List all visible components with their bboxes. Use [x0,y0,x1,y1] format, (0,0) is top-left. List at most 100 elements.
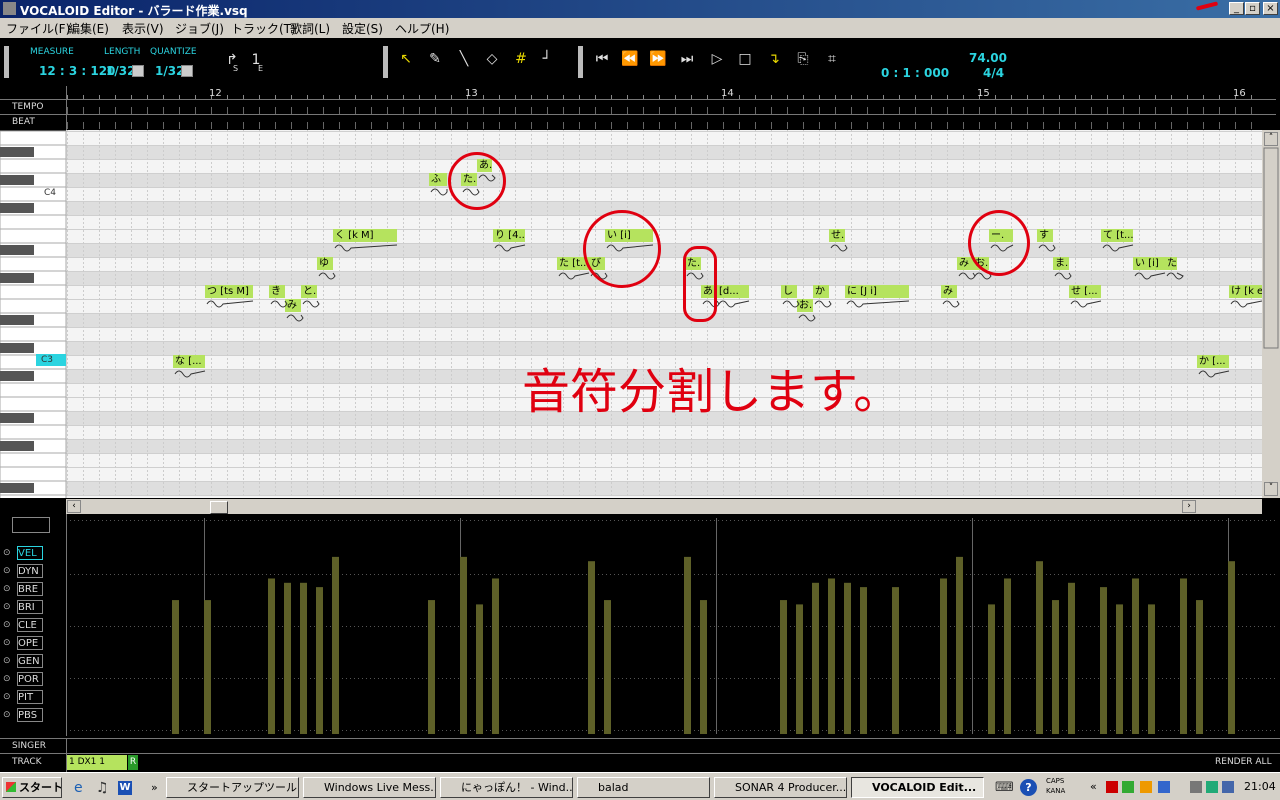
tray-icon-4[interactable] [1158,781,1170,793]
arrow-tool-icon[interactable]: ↖ [396,51,416,67]
window-title: VOCALOID Editor - バラード作業.vsq [20,4,248,18]
pencil-tool-icon[interactable]: ✎ [425,51,445,67]
tray-icon-2[interactable] [1122,781,1134,793]
minimize-button[interactable]: _ [1229,2,1244,15]
horizontal-scrollbar[interactable] [66,499,1262,514]
control-por[interactable]: POR [17,672,43,686]
menu-lyrics[interactable]: 歌詞(L) [290,20,330,37]
annotation-text: 音符分割します。 [522,364,902,420]
toolbar-grip[interactable] [4,46,9,78]
bri-eye-icon[interactable]: ⊙ [3,602,13,612]
por-eye-icon[interactable]: ⊙ [3,674,13,684]
curve-tool-icon[interactable]: ┘ [537,51,557,67]
midi-icon[interactable]: ⌗ [822,51,842,67]
ope-eye-icon[interactable]: ⊙ [3,638,13,648]
control-bre[interactable]: BRE [17,582,43,596]
note-vibrato [430,188,448,196]
caps-indicator: CAPS [1046,777,1065,785]
measure-label: MEASURE [30,47,74,57]
task-nyappon[interactable]: にゃっぽん！ - Wind... [440,777,573,798]
zoom-slider[interactable] [1200,503,1260,511]
control-value-box [12,517,50,533]
stop-icon[interactable]: □ [735,51,755,67]
control-pbs[interactable]: PBS [17,708,43,722]
control-dyn[interactable]: DYN [17,564,43,578]
start-marker-icon[interactable]: ↱ [222,52,242,68]
quantize-dropdown-icon[interactable] [181,65,193,77]
eraser-tool-icon[interactable]: ◇ [482,51,502,67]
note-vibrato [1038,244,1056,252]
tray-icon-1[interactable] [1106,781,1118,793]
menu-view[interactable]: 表示(V) [122,20,164,37]
menu-edit[interactable]: 編集(E) [68,20,109,37]
play-icon[interactable]: ▷ [707,51,727,67]
tray-icon-3[interactable] [1140,781,1152,793]
task-vocaloid-active[interactable]: VOCALOID Edit... [851,777,984,798]
task-startup-tool[interactable]: スタートアップツール [166,777,299,798]
go-end-icon[interactable]: ⏭ [677,51,697,67]
bre-eye-icon[interactable]: ⊙ [3,584,13,594]
tray-icon-5[interactable] [1190,781,1202,793]
taskbar-expand-icon[interactable]: » [151,781,158,794]
rewind-icon[interactable]: ⏪ [620,51,640,67]
word-icon[interactable]: W [118,781,132,795]
track-render-flag[interactable]: R [128,755,138,770]
track-tab[interactable]: 1 DX1 1 [67,755,127,770]
piano-roll[interactable]: C4 C3 ˄ ˅ あ. ふ た. く [k M] り [4... い [i] … [0,130,1280,498]
control-bri[interactable]: BRI [17,600,43,614]
ie-icon[interactable]: e [74,780,83,796]
singer-label: SINGER [12,741,47,751]
menu-help[interactable]: ヘルプ(H) [395,20,449,37]
loop-icon[interactable]: ⎘ [793,51,813,67]
maximize-button[interactable]: ▫ [1245,2,1260,15]
fast-forward-icon[interactable]: ⏩ [648,51,668,67]
s-label: S [233,64,239,73]
task-live-messenger[interactable]: Windows Live Mess... [303,777,436,798]
velocity-bar [1004,578,1011,734]
control-vel[interactable]: VEL [17,546,43,560]
scroll-thumb[interactable] [210,501,228,514]
control-gen[interactable]: GEN [17,654,43,668]
menu-job[interactable]: ジョブ(J) [175,20,224,37]
scroll-right-button[interactable]: › [1182,500,1196,513]
menu-track[interactable]: トラック(T) [231,20,296,37]
follow-icon[interactable]: ↴ [764,51,784,67]
velocity-graph[interactable] [66,518,1278,734]
tray-icon-6[interactable] [1206,781,1218,793]
tray-expand-icon[interactable]: « [1090,780,1097,793]
toolbar-grip-2[interactable] [383,46,388,78]
render-all-button[interactable]: RENDER ALL [1215,757,1272,767]
pbs-eye-icon[interactable]: ⊙ [3,710,13,720]
media-icon[interactable]: ♫ [96,780,109,796]
velocity-bar [796,604,803,734]
go-start-icon[interactable]: ⏮ [592,51,612,67]
note-vibrato [1166,272,1184,280]
roll-scroll-up[interactable]: ˄ [1264,132,1278,146]
cle-eye-icon[interactable]: ⊙ [3,620,13,630]
velocity-bar [828,578,835,734]
task-sonar[interactable]: SONAR 4 Producer... [714,777,847,798]
menu-file[interactable]: ファイル(F) [6,20,70,37]
gen-eye-icon[interactable]: ⊙ [3,656,13,666]
dyn-eye-icon[interactable]: ⊙ [3,566,13,576]
scroll-left-button[interactable]: ‹ [67,500,81,513]
help-icon[interactable]: ? [1020,779,1037,796]
roll-scroll-down[interactable]: ˅ [1264,482,1278,496]
menu-settings[interactable]: 設定(S) [342,20,383,37]
velocity-bar [844,582,851,734]
keyboard-icon[interactable]: ⌨ [995,780,1014,795]
vel-eye-icon[interactable]: ⊙ [3,548,13,558]
length-dropdown-icon[interactable] [132,65,144,77]
grid-tool-icon[interactable]: # [511,51,531,67]
track-label: TRACK [12,757,42,767]
control-ope[interactable]: OPE [17,636,43,650]
close-button[interactable]: × [1263,2,1278,15]
annotation-circle-2 [583,210,661,288]
pit-eye-icon[interactable]: ⊙ [3,692,13,702]
task-balad[interactable]: balad [577,777,710,798]
toolbar-grip-3[interactable] [578,46,583,78]
control-cle[interactable]: CLE [17,618,43,632]
line-tool-icon[interactable]: ╲ [454,51,474,67]
tray-icon-7[interactable] [1222,781,1234,793]
control-pit[interactable]: PIT [17,690,43,704]
